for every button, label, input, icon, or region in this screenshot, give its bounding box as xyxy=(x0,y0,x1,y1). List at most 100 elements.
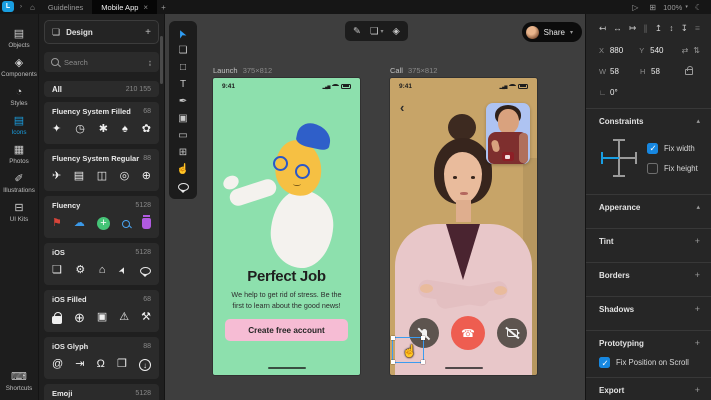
bee-icon[interactable]: ✱ xyxy=(99,123,108,136)
section-borders[interactable]: Borders + xyxy=(599,263,700,287)
section-constraints[interactable]: Constraints ▴ xyxy=(599,109,700,133)
icon-category-header[interactable]: Fluency System Filled 68 xyxy=(52,107,151,116)
lock-ratio-icon[interactable] xyxy=(685,66,693,75)
flip-vertical-icon[interactable]: ⇅ xyxy=(693,46,700,55)
at-icon[interactable]: @ xyxy=(52,358,63,371)
leaf-icon[interactable]: ♠ xyxy=(122,123,128,136)
sidebar-item-objects[interactable]: ▤ Objects xyxy=(0,24,38,53)
cd-icon[interactable]: ◎ xyxy=(120,170,130,183)
canvas[interactable]: ➤ ❏ □ T ✒ ▣ ▭ ⊞ ☝ ✎ ❏ ▾ ◈ Share ▾ Launch 375×812 … xyxy=(165,14,585,400)
add-circle-icon[interactable]: ⊕ xyxy=(74,311,85,324)
text-tool[interactable]: T xyxy=(169,76,197,93)
add-border-icon[interactable]: + xyxy=(695,270,700,280)
add-icon[interactable]: + xyxy=(96,217,110,230)
shapes-tool[interactable]: ❏ ▾ xyxy=(370,26,384,37)
create-account-button[interactable]: Create free account xyxy=(225,319,348,341)
zoom-level[interactable]: 100% xyxy=(663,3,682,12)
add-prototype-icon[interactable]: + xyxy=(695,338,700,348)
y-field[interactable]: 540 xyxy=(650,46,676,55)
wrench-icon[interactable]: ⚒ xyxy=(141,311,151,324)
artboard-tool[interactable]: ❏ xyxy=(169,42,197,59)
app-logo-icon[interactable]: L xyxy=(2,1,14,12)
search-colored-icon[interactable] xyxy=(121,219,130,228)
open-book-icon[interactable]: ◫ xyxy=(97,170,107,183)
constraints-diagram[interactable] xyxy=(599,135,639,181)
home-icon[interactable]: ⌂ xyxy=(26,0,39,14)
grid-view-icon[interactable]: ⊞ xyxy=(645,3,660,12)
chevron-right-icon[interactable]: › xyxy=(16,0,26,14)
lock-icon[interactable] xyxy=(52,311,62,324)
alarm-clock-icon[interactable]: ◷ xyxy=(75,123,85,136)
add-export-icon[interactable]: + xyxy=(695,385,700,395)
section-appearance[interactable]: Apperance ▴ xyxy=(599,195,700,219)
gear-icon[interactable]: ⚙ xyxy=(75,264,85,277)
play-icon[interactable]: ▷ xyxy=(628,3,642,12)
distribute-v-icon[interactable]: ≡ xyxy=(695,23,700,33)
add-tint-icon[interactable]: + xyxy=(695,236,700,246)
component-tool[interactable]: ◈ xyxy=(393,26,400,37)
add-page-button[interactable]: + xyxy=(145,27,151,38)
bookmark-icon[interactable]: ⚑ xyxy=(52,217,62,230)
search-box[interactable]: ↨ xyxy=(44,52,159,72)
section-export[interactable]: Export + xyxy=(599,378,700,400)
bell-icon[interactable]: Ω xyxy=(97,358,105,371)
artboard-call[interactable]: 9:41 ▂▄▆ ‹ ☎ ☝ xyxy=(390,78,537,375)
artboard-label-call[interactable]: Call 375×812 xyxy=(390,66,437,75)
cloud-download-icon[interactable]: ☁ xyxy=(74,217,85,230)
align-right-icon[interactable]: ↦ xyxy=(629,23,636,34)
add-shadow-icon[interactable]: + xyxy=(695,304,700,314)
icon-category-header[interactable]: iOS 5128 xyxy=(52,248,151,257)
fix-width-option[interactable]: Fix width xyxy=(647,142,698,154)
cursor-icon[interactable]: ➤ xyxy=(115,264,130,276)
copy-icon[interactable]: ❐ xyxy=(117,358,127,371)
acorn-icon[interactable]: ✦ xyxy=(52,123,61,136)
pencil-tool[interactable]: ✎ xyxy=(353,26,361,37)
chevron-down-icon[interactable]: ▾ xyxy=(685,4,688,10)
checkbox-checked-icon[interactable] xyxy=(647,142,658,154)
artboard-launch[interactable]: 9:41 ▂▄▆ Perfect Job We help to get rid … xyxy=(213,78,360,375)
fix-height-option[interactable]: Fix height xyxy=(647,162,698,174)
new-tab-button[interactable]: + xyxy=(157,0,170,14)
icon-category-header[interactable]: Emoji 5128 xyxy=(52,389,151,398)
icon-category-header[interactable]: Fluency 5128 xyxy=(52,201,151,210)
image-tool[interactable]: ▣ xyxy=(169,110,197,127)
pen-tool[interactable]: ✒ xyxy=(169,93,197,110)
distribute-h-icon[interactable]: ∥ xyxy=(643,23,647,34)
collapse-all-icon[interactable]: ↨ xyxy=(148,58,152,67)
category-all[interactable]: All 210 155 xyxy=(44,81,159,97)
sidebar-item-icons[interactable]: ▤ Icons xyxy=(0,111,38,140)
theme-toggle-icon[interactable]: ☾ xyxy=(691,3,706,12)
search-input[interactable] xyxy=(64,57,134,67)
checkbox-unchecked-icon[interactable] xyxy=(647,162,658,174)
camera-off-button[interactable] xyxy=(497,318,527,348)
download-circle-icon[interactable]: ↓ xyxy=(139,358,151,371)
flip-camera-icon[interactable] xyxy=(502,152,514,161)
pip-video-window[interactable] xyxy=(486,103,530,164)
collapse-section-icon[interactable]: ▴ xyxy=(696,117,700,125)
tab-mobile-app[interactable]: Mobile App × xyxy=(92,0,158,14)
icon-category-header[interactable]: iOS Filled 68 xyxy=(52,295,151,304)
warning-icon[interactable]: ⚠ xyxy=(119,311,129,324)
trash-icon[interactable] xyxy=(142,215,151,229)
chat-bubble-icon[interactable] xyxy=(139,266,151,277)
sidebar-item-photos[interactable]: ▦ Photos xyxy=(0,140,38,169)
flower-icon[interactable]: ✿ xyxy=(142,123,151,136)
align-middle-icon[interactable]: ↕ xyxy=(669,23,673,33)
width-field[interactable]: 58 xyxy=(610,67,637,76)
align-bottom-icon[interactable]: ↧ xyxy=(681,23,688,34)
rectangle-tool[interactable]: □ xyxy=(169,59,197,76)
tab-guidelines[interactable]: Guidelines xyxy=(39,0,92,14)
back-button[interactable]: ‹ xyxy=(400,100,404,115)
close-tab-icon[interactable]: × xyxy=(143,3,148,12)
sidebar-item-illustrations[interactable]: ✐ Illustrations xyxy=(0,169,38,198)
backpack-icon[interactable]: ▤ xyxy=(74,170,84,183)
align-top-icon[interactable]: ↥ xyxy=(655,23,662,34)
design-header[interactable]: ❏ Design + xyxy=(44,20,159,44)
x-field[interactable]: 880 xyxy=(610,46,636,55)
drone-icon[interactable]: ✈ xyxy=(52,170,61,183)
section-tint[interactable]: Tint + xyxy=(599,229,700,253)
comment-tool[interactable] xyxy=(169,178,197,195)
sidebar-item-components[interactable]: ◈ Components xyxy=(0,53,38,82)
button-tool[interactable]: ▭ xyxy=(169,127,197,144)
checkbox-checked-icon[interactable] xyxy=(599,357,610,369)
